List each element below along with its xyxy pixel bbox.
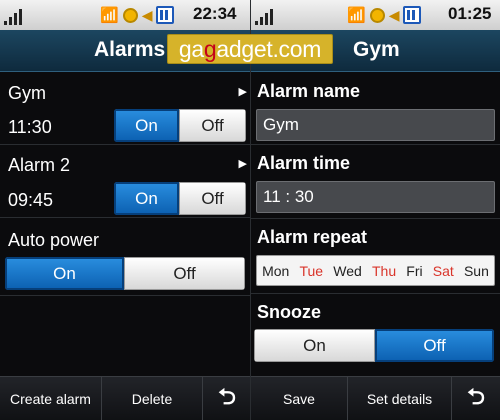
alarm-repeat-section: Alarm repeat Mon Tue Wed Thu Fri Sat Sun (251, 219, 500, 294)
alarm-repeat-label: Alarm repeat (257, 227, 368, 247)
status-time: 01:25 (448, 4, 492, 23)
auto-power-label: Auto power (8, 230, 100, 250)
page-title: Alarms (94, 38, 166, 61)
off-button[interactable]: Off (375, 329, 494, 362)
gagadget-logo: gagadget.com (167, 34, 333, 64)
create-alarm-button[interactable]: Create alarm (0, 377, 102, 420)
alarm-name-label: Alarm name (257, 81, 361, 101)
alarm-clock-icon (122, 7, 138, 23)
wifi-icon: 📶 (100, 7, 119, 24)
back-arrow-icon: ⮌ (218, 383, 236, 409)
alarm-clock-icon (369, 7, 385, 23)
alarm-time: 09:45 (8, 190, 54, 210)
status-bar: 📶 ◀ 22:34 (0, 0, 251, 30)
alarm-name: Alarm 2 (8, 155, 71, 175)
logo-text-rest: adget.com (216, 36, 322, 62)
status-icons: 📶 ◀ (100, 5, 175, 25)
repeat-days: Mon Tue Wed Thu Fri Sat Sun (256, 255, 495, 286)
back-button[interactable]: ⮌ (203, 377, 251, 420)
day-thu[interactable]: Thu (372, 263, 396, 279)
snooze-section: Snooze On Off (251, 294, 500, 374)
signal-icon (4, 7, 30, 25)
logo-text-prefix: ga (178, 36, 204, 62)
on-button[interactable]: On (254, 329, 375, 362)
back-arrow-icon: ⮌ (467, 383, 485, 409)
status-icons: 📶 ◀ (347, 5, 422, 25)
alarm-name-section: Alarm name Gym (251, 73, 500, 145)
speaker-icon: ◀ (388, 6, 400, 23)
alarm-name: Gym (8, 83, 46, 103)
alarm-toggle: On Off (114, 182, 246, 215)
battery-icon (403, 6, 422, 24)
off-button[interactable]: Off (124, 257, 245, 290)
snooze-toggle: On Off (254, 329, 494, 362)
on-button[interactable]: On (5, 257, 124, 290)
alarm-time-label: Alarm time (257, 153, 351, 173)
chevron-right-icon: ▶ (238, 86, 247, 98)
speaker-icon: ◀ (141, 6, 153, 23)
softkey-bar: Save Set details ⮌ (251, 376, 500, 420)
alarm-time-section: Alarm time 11 : 30 (251, 145, 500, 219)
alarm-item[interactable]: Gym ▶ 11:30 On Off (0, 73, 251, 145)
day-sun[interactable]: Sun (464, 263, 489, 279)
delete-button[interactable]: Delete (102, 377, 203, 420)
auto-power-setting: Auto power On Off (0, 218, 251, 296)
on-button[interactable]: On (114, 109, 179, 142)
alarm-time: 11:30 (8, 117, 52, 137)
alarm-toggle: On Off (114, 109, 246, 142)
alarm-time-field[interactable]: 11 : 30 (256, 181, 495, 213)
logo-text-highlight: g (203, 36, 217, 62)
set-details-button[interactable]: Set details (348, 377, 452, 420)
day-fri[interactable]: Fri (406, 263, 422, 279)
snooze-label: Snooze (257, 302, 322, 322)
alarm-name-field[interactable]: Gym (256, 109, 495, 141)
status-bar: 📶 ◀ 01:25 (251, 0, 500, 30)
day-wed[interactable]: Wed (333, 263, 362, 279)
day-mon[interactable]: Mon (262, 263, 289, 279)
off-button[interactable]: Off (179, 109, 246, 142)
day-sat[interactable]: Sat (433, 263, 454, 279)
status-time: 22:34 (193, 4, 237, 23)
on-button[interactable]: On (114, 182, 179, 215)
auto-power-toggle: On Off (5, 257, 245, 290)
day-tue[interactable]: Tue (299, 263, 323, 279)
softkey-bar: Create alarm Delete ⮌ (0, 376, 251, 420)
signal-icon (255, 7, 281, 25)
chevron-right-icon: ▶ (238, 158, 247, 170)
battery-icon (156, 6, 175, 24)
wifi-icon: 📶 (347, 7, 366, 24)
alarm-item[interactable]: Alarm 2 ▶ 09:45 On Off (0, 145, 251, 218)
save-button[interactable]: Save (251, 377, 348, 420)
page-title: Gym (353, 38, 400, 61)
back-button[interactable]: ⮌ (452, 377, 500, 420)
off-button[interactable]: Off (179, 182, 246, 215)
